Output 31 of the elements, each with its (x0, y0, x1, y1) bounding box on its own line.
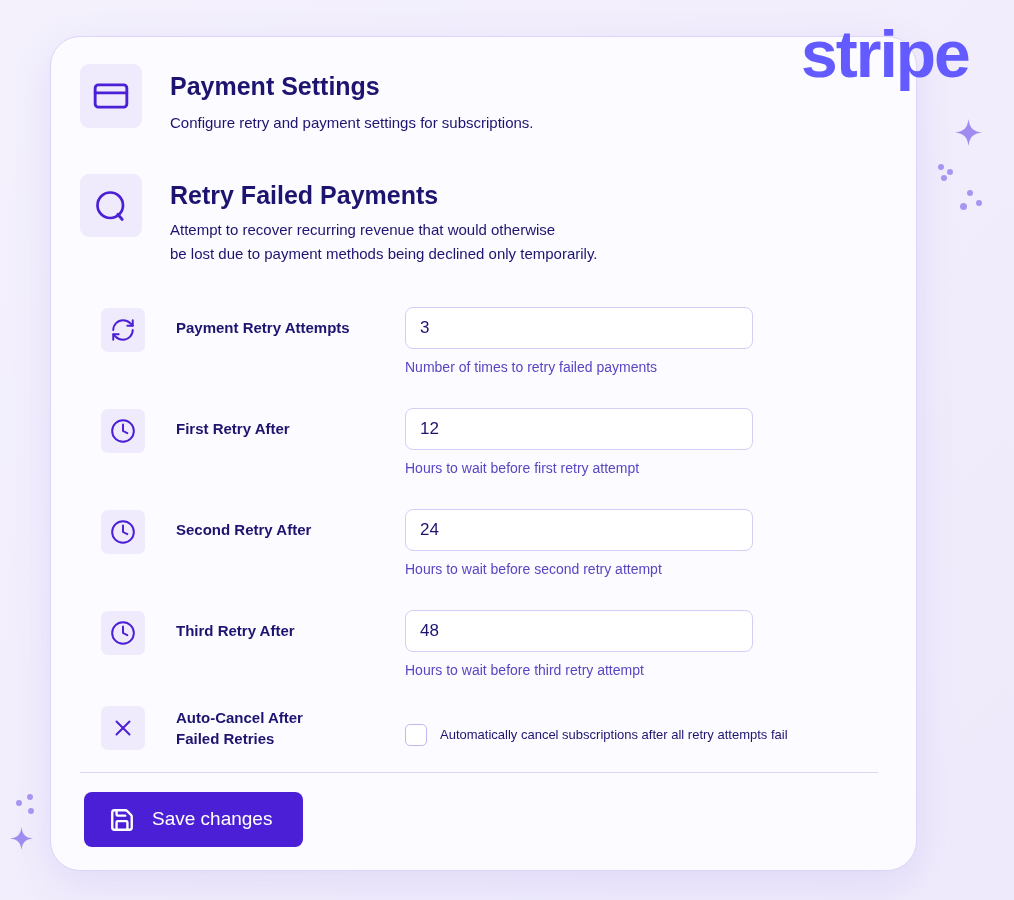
clock-icon (101, 611, 145, 655)
field-label: Auto-Cancel After Failed Retries (176, 708, 304, 749)
clock-icon (101, 409, 145, 453)
number-input[interactable]: 3 (405, 307, 753, 349)
field-help-text: Hours to wait before first retry attempt (405, 459, 641, 478)
save-button[interactable]: Save changes (84, 792, 303, 847)
clock-icon (101, 510, 145, 554)
cross-icon (101, 706, 145, 750)
field-label: First Retry After (176, 419, 290, 439)
refresh-icon (101, 308, 145, 352)
number-input[interactable]: 48 (405, 610, 753, 652)
ring-icon (80, 174, 142, 237)
number-input[interactable]: 12 (405, 408, 753, 450)
page-title: Payment Settings (170, 71, 381, 101)
field-help-text: Hours to wait before third retry attempt (405, 661, 645, 680)
section-title: Retry Failed Payments (170, 180, 440, 210)
page-subtitle: Configure retry and payment settings for subscriptions. (170, 113, 534, 133)
field-help-text: Number of times to retry failed payments (405, 358, 659, 377)
save-icon (109, 806, 135, 833)
sparkle-icon (10, 827, 33, 850)
checkbox[interactable] (405, 723, 427, 746)
field-help-text: Hours to wait before second retry attempt (405, 560, 663, 579)
field-label: Third Retry After (176, 621, 295, 641)
section-description: Attempt to recover recurring revenue that would otherwise be lost due to payment methods being declined only temporarily. (170, 220, 598, 264)
number-input[interactable]: 24 (405, 509, 753, 551)
brand-logo: stripe (801, 16, 969, 93)
field-label: Second Retry After (176, 520, 312, 540)
sparkle-icon (955, 119, 982, 146)
checkbox-label: Automatically cancel subscriptions after all retry attempts fail (440, 725, 788, 744)
credit-card-icon (80, 64, 142, 128)
field-label: Payment Retry Attempts (176, 318, 350, 338)
